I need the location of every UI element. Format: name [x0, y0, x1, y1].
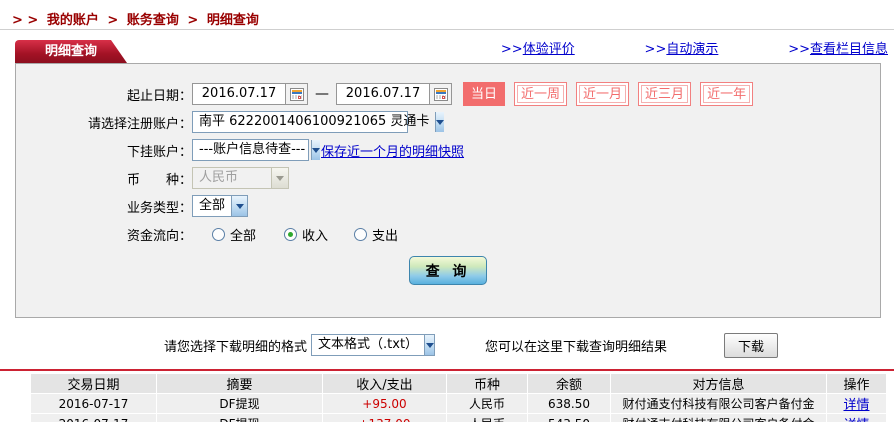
- table-row: 2016-07-17 DF提现 +95.00 人民币 638.50 财付通支付科…: [31, 394, 886, 413]
- col-header-currency: 币种: [447, 374, 527, 393]
- col-header-balance: 余额: [528, 374, 610, 393]
- quick-range-today-button[interactable]: 当日: [463, 82, 505, 106]
- radio-icon: [212, 228, 225, 241]
- flow-radio-group: 全部 收入 支出: [192, 225, 398, 244]
- start-date-calendar-button[interactable]: [285, 84, 307, 104]
- chevron-down-icon: [271, 168, 288, 188]
- cell-summary: DF提现: [157, 414, 322, 422]
- chevron-down-icon[interactable]: [311, 140, 320, 160]
- date-separator: —: [315, 86, 329, 102]
- cell-date: 2016-07-17: [31, 414, 156, 422]
- download-row: 请您选择下载明细的格式 文本格式（.txt） 您可以在这里下载查询明细结果 下载: [0, 332, 894, 358]
- cell-action: 详情: [827, 394, 886, 413]
- sub-account-select[interactable]: ---账户信息待查---: [192, 139, 309, 161]
- flow-direction-row: 资金流向： 全部 收入 支出: [16, 220, 880, 248]
- cell-currency: 人民币: [447, 414, 527, 422]
- link-auto-demo[interactable]: >>自动演示: [645, 38, 719, 57]
- breadcrumb-separator: >: [107, 13, 118, 28]
- breadcrumb: > > 我的账户 > 账务查询 > 明细查询: [0, 0, 894, 29]
- calendar-icon: [434, 88, 448, 101]
- currency-row: 币 种： 人民币: [16, 164, 880, 192]
- tab-detail-query[interactable]: 明细查询: [15, 40, 127, 63]
- query-form-panel: 起止日期： 2016.07.17 — 2016.07.17 当日 近一周 近一月…: [15, 63, 881, 318]
- divider: [0, 29, 894, 30]
- calendar-icon: [290, 88, 304, 101]
- cell-date: 2016-07-17: [31, 394, 156, 413]
- flow-direction-label: 资金流向：: [16, 225, 192, 244]
- radio-icon: [284, 228, 297, 241]
- register-account-label: 请选择注册账户：: [16, 113, 192, 132]
- detail-link[interactable]: 详情: [843, 418, 869, 422]
- radio-icon: [354, 228, 367, 241]
- breadcrumb-separator: >: [187, 13, 198, 28]
- currency-label: 币 种：: [16, 169, 192, 188]
- cell-action: 详情: [827, 414, 886, 422]
- radio-flow-all[interactable]: 全部: [212, 225, 256, 244]
- cell-amount: +137.00: [323, 414, 446, 422]
- link-experience-rating[interactable]: >>体验评价: [501, 38, 575, 57]
- col-header-counterpart: 对方信息: [611, 374, 826, 393]
- download-format-select[interactable]: 文本格式（.txt）: [311, 334, 435, 356]
- register-account-select[interactable]: 南平 6222001406100921065 灵通卡: [192, 111, 408, 133]
- biz-type-row: 业务类型： 全部: [16, 192, 880, 220]
- start-date-field[interactable]: 2016.07.17: [192, 83, 308, 105]
- header-links: >>体验评价 >>自动演示 >>查看栏目信息: [501, 38, 888, 57]
- cell-currency: 人民币: [447, 394, 527, 413]
- start-date-value[interactable]: 2016.07.17: [193, 84, 285, 104]
- chevron-down-icon[interactable]: [231, 196, 247, 216]
- sub-account-label: 下挂账户：: [16, 141, 192, 160]
- quick-range-year-button[interactable]: 近一年: [700, 82, 753, 106]
- link-view-column-info[interactable]: >>查看栏目信息: [788, 38, 888, 57]
- cell-counterpart: 财付通支付科技有限公司客户备付金: [611, 394, 826, 413]
- end-date-value[interactable]: 2016.07.17: [337, 84, 429, 104]
- breadcrumb-prefix: > >: [12, 13, 38, 28]
- save-monthly-snapshot-link[interactable]: 保存近一个月的明细快照: [321, 141, 464, 160]
- tab-bar: 明细查询 >>体验评价 >>自动演示 >>查看栏目信息: [0, 35, 894, 63]
- download-button[interactable]: 下载: [724, 333, 778, 358]
- breadcrumb-item-my-account[interactable]: 我的账户: [47, 13, 99, 28]
- download-format-label: 请您选择下载明细的格式: [164, 336, 307, 355]
- end-date-field[interactable]: 2016.07.17: [336, 83, 452, 105]
- detail-link[interactable]: 详情: [843, 398, 869, 413]
- date-range-row: 起止日期： 2016.07.17 — 2016.07.17 当日 近一周 近一月…: [16, 80, 880, 108]
- col-header-action: 操作: [827, 374, 886, 393]
- end-date-calendar-button[interactable]: [429, 84, 451, 104]
- col-header-amount: 收入/支出: [323, 374, 446, 393]
- chevron-down-icon[interactable]: [424, 335, 434, 355]
- register-account-row: 请选择注册账户： 南平 6222001406100921065 灵通卡: [16, 108, 880, 136]
- chevron-down-icon[interactable]: [435, 112, 444, 132]
- cell-counterpart: 财付通支付科技有限公司客户备付金: [611, 414, 826, 422]
- transactions-table: 交易日期 摘要 收入/支出 币种 余额 对方信息 操作 2016-07-17 D…: [30, 373, 887, 422]
- cell-amount: +95.00: [323, 394, 446, 413]
- table-top-line: [0, 369, 894, 371]
- radio-flow-expense[interactable]: 支出: [354, 225, 398, 244]
- date-range-label: 起止日期：: [16, 85, 192, 104]
- download-hint: 您可以在这里下载查询明细结果: [485, 336, 667, 355]
- col-header-summary: 摘要: [157, 374, 322, 393]
- breadcrumb-item-detail-query[interactable]: 明细查询: [207, 13, 259, 28]
- radio-flow-income[interactable]: 收入: [284, 225, 328, 244]
- col-header-date: 交易日期: [31, 374, 156, 393]
- currency-select: 人民币: [192, 167, 289, 189]
- query-button[interactable]: 查 询: [409, 256, 487, 285]
- table-header-row: 交易日期 摘要 收入/支出 币种 余额 对方信息 操作: [31, 374, 886, 393]
- cell-balance: 543.50: [528, 414, 610, 422]
- biz-type-select[interactable]: 全部: [192, 195, 248, 217]
- breadcrumb-item-account-query[interactable]: 账务查询: [127, 13, 179, 28]
- cell-summary: DF提现: [157, 394, 322, 413]
- quick-range-week-button[interactable]: 近一周: [514, 82, 567, 106]
- quick-range-month-button[interactable]: 近一月: [576, 82, 629, 106]
- cell-balance: 638.50: [528, 394, 610, 413]
- sub-account-row: 下挂账户： ---账户信息待查--- 保存近一个月的明细快照: [16, 136, 880, 164]
- table-row: 2016-07-17 DF提现 +137.00 人民币 543.50 财付通支付…: [31, 414, 886, 422]
- biz-type-label: 业务类型：: [16, 197, 192, 216]
- quick-range-3months-button[interactable]: 近三月: [638, 82, 691, 106]
